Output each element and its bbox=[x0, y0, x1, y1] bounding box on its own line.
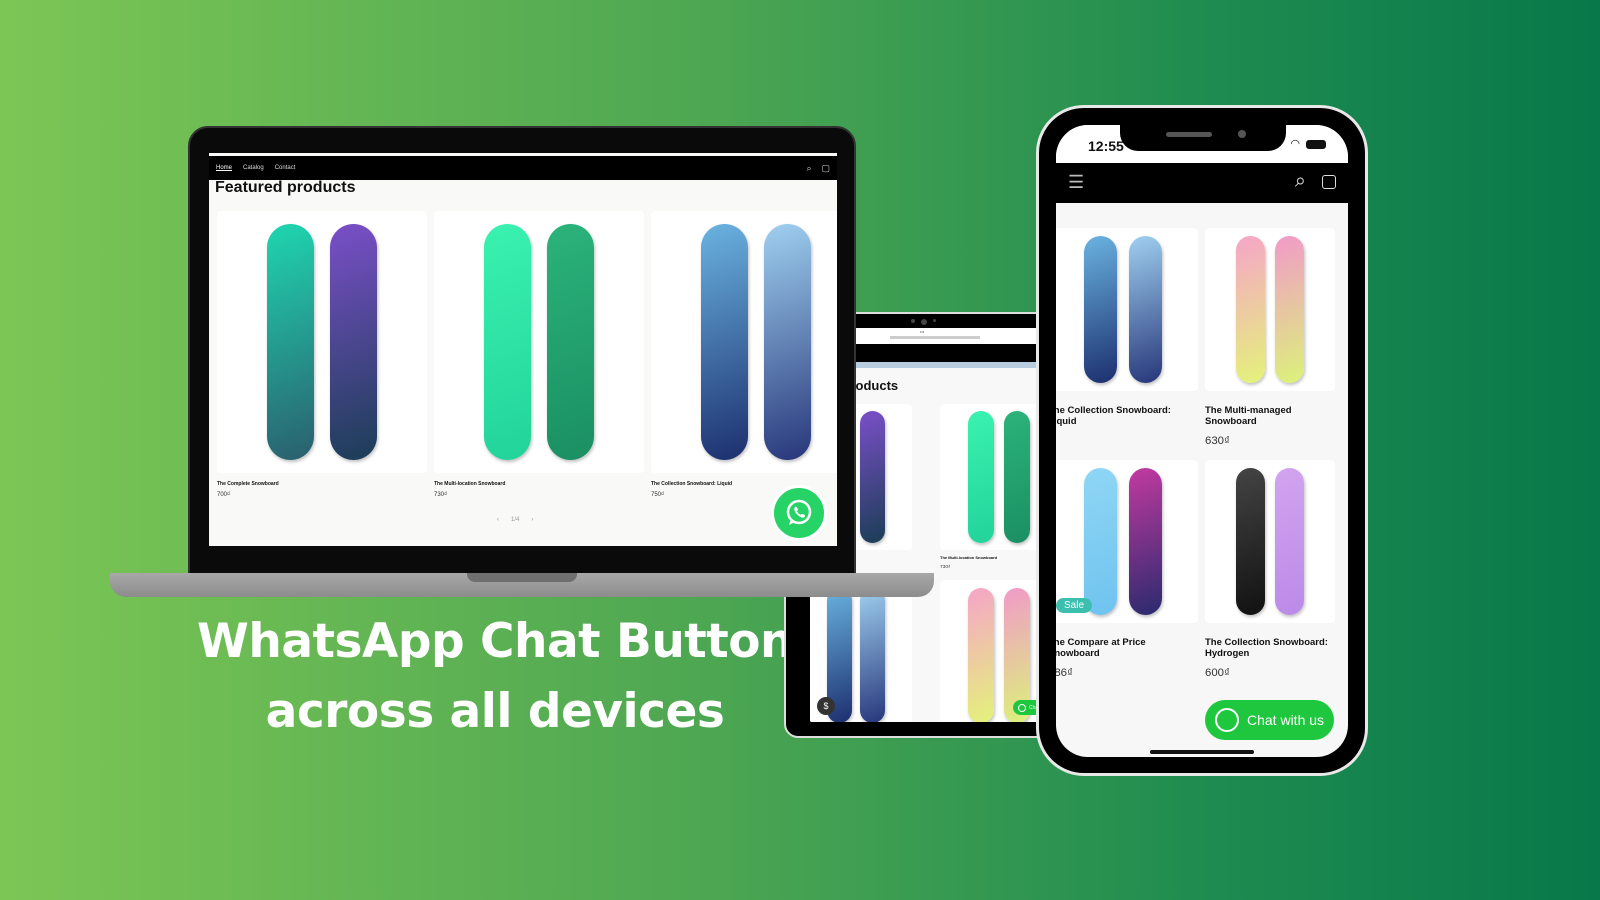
product-price: 750₫ bbox=[651, 492, 665, 498]
snowboard-image bbox=[968, 587, 995, 722]
product-card[interactable] bbox=[217, 211, 427, 473]
phone-nav: ☰ ⌕ bbox=[1056, 163, 1348, 203]
product-title[interactable]: The Collection Snowboard: Hydrogen bbox=[1205, 637, 1335, 660]
snowboard-image bbox=[860, 411, 886, 543]
shopify-bag-icon[interactable]: $ bbox=[817, 697, 835, 715]
section-title: Featured products bbox=[215, 179, 356, 196]
snowboard-image bbox=[1236, 236, 1265, 383]
product-card[interactable] bbox=[651, 211, 837, 473]
snowboard-image bbox=[860, 587, 886, 722]
product-card[interactable] bbox=[1205, 460, 1335, 623]
product-price: 786₫ bbox=[1056, 667, 1073, 679]
address-bar[interactable] bbox=[890, 336, 980, 339]
phone-screen: 12:55 ◠ ☰ ⌕ The Collection Snowboard: Li… bbox=[1056, 125, 1348, 757]
product-price: 600₫ bbox=[1205, 667, 1230, 679]
whatsapp-icon bbox=[1018, 703, 1026, 712]
product-card[interactable] bbox=[1205, 228, 1335, 391]
product-title[interactable]: The Multi-location Snowboard bbox=[434, 481, 644, 487]
snowboard-image bbox=[1129, 468, 1162, 615]
snowboard-image bbox=[1129, 236, 1162, 383]
tablet-camera bbox=[911, 319, 936, 325]
snowboard-image bbox=[1003, 411, 1030, 543]
product-title[interactable]: The Compare at Price Snowboard bbox=[1056, 637, 1198, 660]
laptop-nav: Home Catalog Contact ⌕ ▢ bbox=[209, 156, 837, 180]
cart-icon[interactable]: ▢ bbox=[821, 163, 830, 174]
headline-line-2: across all devices bbox=[265, 684, 725, 739]
battery-icon bbox=[1306, 140, 1326, 149]
whatsapp-chat-button[interactable]: Chat with us bbox=[1205, 700, 1335, 740]
whatsapp-icon bbox=[786, 499, 812, 525]
snowboard-image bbox=[1084, 468, 1117, 615]
search-icon[interactable]: ⌕ bbox=[1295, 170, 1306, 193]
snowboard-image bbox=[484, 224, 531, 460]
product-title[interactable]: The Complete Snowboard bbox=[217, 481, 427, 487]
product-price: 730₫ bbox=[940, 565, 951, 570]
pagination: ‹ 1/4 › bbox=[497, 517, 533, 523]
cart-icon[interactable] bbox=[1322, 175, 1336, 189]
product-price: 630₫ bbox=[1205, 435, 1230, 447]
nav-catalog[interactable]: Catalog bbox=[243, 165, 264, 171]
snowboard-image bbox=[1084, 236, 1117, 383]
headline-line-1: WhatsApp Chat Button bbox=[197, 614, 793, 669]
product-card[interactable]: Sale bbox=[1056, 460, 1198, 623]
wifi-icon: ◠ bbox=[1290, 138, 1300, 150]
chat-label: Chat with us bbox=[1247, 712, 1325, 728]
sale-badge: Sale bbox=[1056, 598, 1093, 613]
product-title[interactable]: The Multi-managed Snowboard bbox=[1205, 405, 1335, 428]
snowboard-image bbox=[1236, 468, 1265, 615]
search-icon[interactable]: ⌕ bbox=[806, 163, 811, 174]
home-indicator bbox=[1150, 750, 1254, 754]
snowboard-image bbox=[1275, 468, 1304, 615]
snowboard-image bbox=[1275, 236, 1304, 383]
whatsapp-chat-button[interactable] bbox=[771, 485, 827, 541]
laptop-device: Home Catalog Contact ⌕ ▢ Featured product… bbox=[188, 126, 856, 584]
page-indicator: 1/4 bbox=[511, 517, 520, 523]
snowboard-image bbox=[701, 224, 748, 460]
product-card[interactable] bbox=[434, 211, 644, 473]
phone-device: 12:55 ◠ ☰ ⌕ The Collection Snowboard: Li… bbox=[1036, 105, 1368, 776]
nav-contact[interactable]: Contact bbox=[275, 165, 296, 171]
next-page-button[interactable]: › bbox=[531, 517, 533, 523]
phone-notch bbox=[1120, 125, 1286, 151]
laptop-screen: Home Catalog Contact ⌕ ▢ Featured product… bbox=[209, 153, 837, 546]
snowboard-image bbox=[968, 411, 995, 543]
snowboard-image bbox=[267, 224, 314, 460]
snowboard-image bbox=[547, 224, 594, 460]
product-price: 700₫ bbox=[217, 492, 231, 498]
status-dots: ••• bbox=[920, 329, 925, 334]
menu-icon[interactable]: ☰ bbox=[1068, 172, 1084, 193]
prev-page-button[interactable]: ‹ bbox=[497, 517, 499, 523]
snowboard-image bbox=[764, 224, 811, 460]
laptop-base bbox=[110, 573, 934, 597]
snowboard-image bbox=[330, 224, 377, 460]
product-card[interactable] bbox=[1056, 228, 1198, 391]
nav-home[interactable]: Home bbox=[216, 165, 232, 171]
product-price: 730₫ bbox=[434, 492, 448, 498]
whatsapp-icon bbox=[1215, 708, 1239, 732]
product-title[interactable]: The Collection Snowboard: Liquid bbox=[1056, 405, 1198, 428]
status-time: 12:55 bbox=[1088, 138, 1124, 154]
